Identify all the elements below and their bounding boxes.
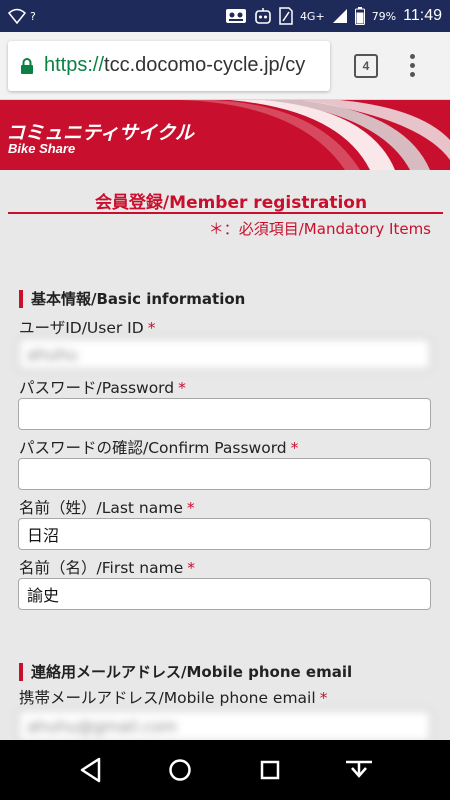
section-mobile-email: 連絡用メールアドレス/Mobile phone email <box>19 663 352 681</box>
title-divider <box>8 212 443 214</box>
hide-keyboard-button[interactable] <box>341 752 377 788</box>
confirm-password-label: パスワードの確認/Confirm Password * <box>19 439 299 457</box>
password-label: パスワード/Password * <box>19 379 186 397</box>
mobile-email-input[interactable] <box>18 710 431 740</box>
user-id-input[interactable] <box>18 338 431 370</box>
battery-percent: 79% <box>371 9 397 23</box>
mandatory-note: ＊：必須項目/Mandatory Items <box>208 220 431 238</box>
back-triangle-icon <box>80 757 100 783</box>
signal-icon <box>332 8 348 24</box>
lock-icon <box>21 57 33 74</box>
url-text: https://tcc.docomo-cycle.jp/cy <box>44 54 305 77</box>
home-button[interactable] <box>162 752 198 788</box>
confirm-password-input[interactable] <box>18 458 431 490</box>
password-input[interactable] <box>18 398 431 430</box>
url-host: tcc.docomo-cycle.jp/cy <box>104 54 306 76</box>
back-button[interactable] <box>73 752 109 788</box>
registration-form: 会員登録/Member registration ＊：必須項目/Mandator… <box>0 170 450 740</box>
recents-button[interactable] <box>252 752 288 788</box>
hide-keyboard-icon <box>346 760 373 778</box>
site-banner: コミュニティサイクル Bike Share <box>0 100 450 170</box>
clock: 11:49 <box>403 7 442 24</box>
status-bar: ? 4G+ 79% 11:49 <box>0 0 450 32</box>
recents-square-icon <box>260 760 279 780</box>
first-name-label: 名前（名）/First name * <box>19 559 195 577</box>
network-type-label: 4G+ <box>299 9 325 23</box>
banner-subtitle: Bike Share <box>8 141 76 156</box>
wifi-unknown-badge: ? <box>30 9 36 23</box>
user-id-label: ユーザID/User ID * <box>19 319 156 337</box>
browser-toolbar: https://tcc.docomo-cycle.jp/cy 4 <box>0 32 450 100</box>
overflow-menu-icon[interactable] <box>410 54 415 77</box>
status-left: ? <box>8 8 36 24</box>
battery-icon <box>354 7 365 25</box>
section-basic-information: 基本情報/Basic information <box>19 290 245 308</box>
page-title: 会員登録/Member registration <box>94 193 368 213</box>
notification-icon <box>225 8 247 24</box>
address-bar[interactable]: https://tcc.docomo-cycle.jp/cy <box>8 40 330 91</box>
robot-icon <box>254 7 272 25</box>
url-scheme: https:// <box>44 54 105 76</box>
last-name-input[interactable] <box>18 518 431 550</box>
sim-icon <box>279 7 293 25</box>
home-circle-icon <box>169 759 191 781</box>
tab-count: 4 <box>362 58 370 73</box>
tab-switcher-button[interactable]: 4 <box>354 53 378 78</box>
status-right: 4G+ 79% 11:49 <box>225 7 442 25</box>
system-navigation-bar <box>0 740 450 800</box>
wifi-icon <box>8 8 26 24</box>
last-name-label: 名前（姓）/Last name * <box>19 499 195 517</box>
mobile-email-label: 携帯メールアドレス/Mobile phone email * <box>19 689 328 707</box>
first-name-input[interactable] <box>18 578 431 610</box>
